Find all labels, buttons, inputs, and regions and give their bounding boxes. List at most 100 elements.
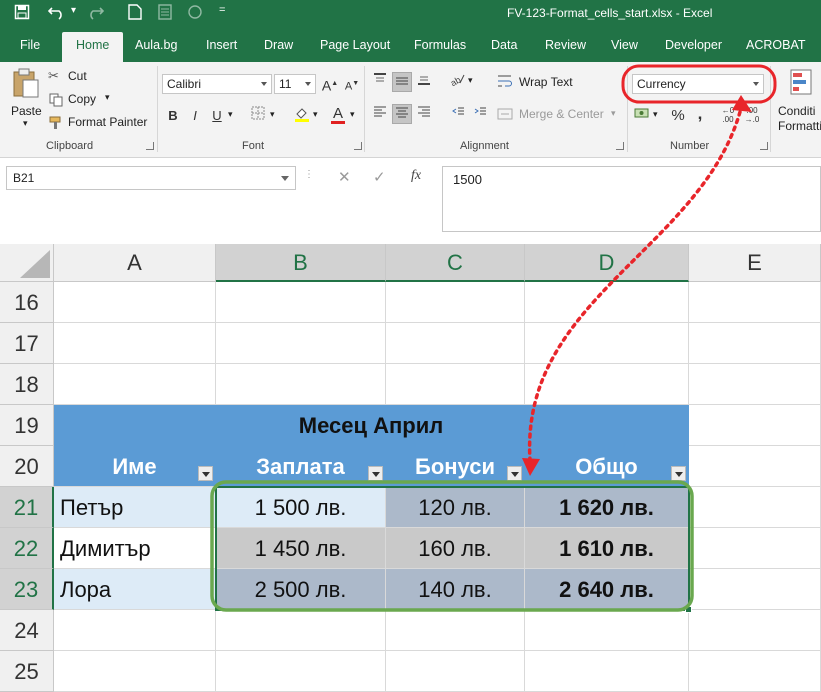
cell-c23[interactable]: 140 лв. bbox=[386, 569, 525, 610]
filter-dropdown-icon[interactable] bbox=[507, 466, 522, 481]
comma-style-button[interactable]: , bbox=[690, 104, 710, 124]
cell-a21[interactable]: Петър bbox=[54, 487, 216, 528]
save-icon[interactable] bbox=[14, 4, 30, 23]
percent-style-button[interactable]: % bbox=[668, 106, 688, 126]
merge-center-button[interactable]: Merge & Center ▾ bbox=[497, 104, 616, 124]
align-top-icon[interactable] bbox=[370, 72, 390, 92]
form-icon[interactable] bbox=[158, 4, 172, 23]
cell-e20[interactable] bbox=[689, 446, 821, 487]
enter-icon[interactable]: ✓ bbox=[373, 168, 386, 186]
cell-a24[interactable] bbox=[54, 610, 216, 651]
increase-indent-icon[interactable] bbox=[470, 104, 490, 124]
font-dialog-launcher-icon[interactable] bbox=[354, 142, 362, 150]
format-painter-button[interactable]: Format Painter bbox=[48, 114, 153, 132]
copy-button[interactable]: Copy ▾ bbox=[48, 91, 118, 109]
align-left-icon[interactable] bbox=[370, 104, 390, 124]
tab-developer[interactable]: Developer bbox=[665, 38, 722, 52]
insert-function-icon[interactable]: fx bbox=[411, 168, 421, 184]
row-header-19[interactable]: 19 bbox=[0, 405, 54, 446]
cell-a23[interactable]: Лора bbox=[54, 569, 216, 610]
tab-acrobat[interactable]: ACROBAT bbox=[746, 38, 806, 52]
row-header-21[interactable]: 21 bbox=[0, 487, 54, 528]
cell-b25[interactable] bbox=[216, 651, 386, 692]
cell-c25[interactable] bbox=[386, 651, 525, 692]
tab-data[interactable]: Data bbox=[491, 38, 517, 52]
cell-e25[interactable] bbox=[689, 651, 821, 692]
filter-dropdown-icon[interactable] bbox=[198, 466, 213, 481]
fill-color-dropdown-icon[interactable]: ▾ bbox=[313, 109, 318, 120]
filter-dropdown-icon[interactable] bbox=[671, 466, 686, 481]
cell-b24[interactable] bbox=[216, 610, 386, 651]
cell-b18[interactable] bbox=[216, 364, 386, 405]
cell-b16[interactable] bbox=[216, 282, 386, 323]
cell-c17[interactable] bbox=[386, 323, 525, 364]
customize-toolbar-icon[interactable]: = bbox=[219, 4, 225, 16]
tab-insert[interactable]: Insert bbox=[206, 38, 237, 52]
font-color-dropdown-icon[interactable]: ▾ bbox=[350, 109, 355, 120]
orientation-icon[interactable]: ab bbox=[448, 72, 468, 92]
decrease-font-size-icon[interactable]: A▼ bbox=[342, 74, 362, 94]
table-title-cell[interactable]: Месец Април bbox=[54, 405, 689, 446]
italic-button[interactable]: I bbox=[185, 106, 205, 126]
align-right-icon[interactable] bbox=[414, 104, 434, 124]
cell-e16[interactable] bbox=[689, 282, 821, 323]
cut-button[interactable]: ✂ Cut bbox=[48, 68, 108, 86]
cell-b23[interactable]: 2 500 лв. bbox=[216, 569, 386, 610]
decrease-indent-icon[interactable] bbox=[448, 104, 468, 124]
accounting-dropdown-icon[interactable]: ▾ bbox=[653, 109, 658, 120]
undo-dropdown-icon[interactable]: ▾ bbox=[71, 5, 76, 16]
cancel-icon[interactable]: ✕ bbox=[338, 168, 351, 186]
cell-b22[interactable]: 1 450 лв. bbox=[216, 528, 386, 569]
bold-button[interactable]: B bbox=[163, 106, 183, 126]
tab-home[interactable]: Home bbox=[62, 32, 124, 62]
paste-button[interactable]: Paste ▾ bbox=[8, 66, 44, 128]
cell-a18[interactable] bbox=[54, 364, 216, 405]
increase-font-size-icon[interactable]: A▲ bbox=[320, 74, 340, 94]
cell-d21[interactable]: 1 620 лв. bbox=[525, 487, 689, 528]
tab-file[interactable]: File bbox=[20, 38, 40, 52]
row-header-23[interactable]: 23 bbox=[0, 569, 54, 610]
cell-a17[interactable] bbox=[54, 323, 216, 364]
name-box[interactable]: B21 bbox=[6, 166, 296, 190]
fill-handle[interactable] bbox=[685, 606, 692, 613]
cell-a25[interactable] bbox=[54, 651, 216, 692]
fill-color-icon[interactable] bbox=[292, 106, 312, 126]
cell-d24[interactable] bbox=[525, 610, 689, 651]
column-header-a[interactable]: A bbox=[54, 244, 216, 282]
number-format-combo[interactable]: Currency bbox=[632, 74, 764, 94]
clipboard-dialog-launcher-icon[interactable] bbox=[146, 142, 154, 150]
cell-e21[interactable] bbox=[689, 487, 821, 528]
select-all-button[interactable] bbox=[0, 244, 54, 282]
cell-e23[interactable] bbox=[689, 569, 821, 610]
cell-c24[interactable] bbox=[386, 610, 525, 651]
cell-e18[interactable] bbox=[689, 364, 821, 405]
cell-d23[interactable]: 2 640 лв. bbox=[525, 569, 689, 610]
cell-d25[interactable] bbox=[525, 651, 689, 692]
redo-icon[interactable] bbox=[86, 4, 105, 23]
row-header-18[interactable]: 18 bbox=[0, 364, 54, 405]
column-header-c[interactable]: C bbox=[386, 244, 525, 282]
tab-aula[interactable]: Aula.bg bbox=[135, 38, 177, 52]
alignment-dialog-launcher-icon[interactable] bbox=[616, 142, 624, 150]
column-header-b[interactable]: B bbox=[216, 244, 386, 282]
number-dialog-launcher-icon[interactable] bbox=[760, 142, 768, 150]
cell-c16[interactable] bbox=[386, 282, 525, 323]
circle-icon[interactable] bbox=[187, 4, 203, 23]
align-middle-icon[interactable] bbox=[392, 72, 412, 92]
font-name-combo[interactable]: Calibri bbox=[162, 74, 272, 94]
header-cell-total[interactable]: Общо bbox=[525, 446, 689, 487]
cell-e24[interactable] bbox=[689, 610, 821, 651]
borders-icon[interactable] bbox=[248, 106, 268, 126]
underline-button[interactable]: U bbox=[207, 106, 227, 126]
cell-a22[interactable]: Димитър bbox=[54, 528, 216, 569]
accounting-format-icon[interactable] bbox=[632, 106, 652, 126]
header-cell-name[interactable]: Име bbox=[54, 446, 216, 487]
underline-dropdown-icon[interactable]: ▾ bbox=[228, 109, 233, 120]
row-header-16[interactable]: 16 bbox=[0, 282, 54, 323]
font-color-icon[interactable]: A bbox=[328, 104, 348, 124]
header-cell-bonus[interactable]: Бонуси bbox=[386, 446, 525, 487]
borders-dropdown-icon[interactable]: ▾ bbox=[270, 109, 275, 120]
column-header-e[interactable]: E bbox=[689, 244, 821, 282]
align-center-icon[interactable] bbox=[392, 104, 412, 124]
cell-c18[interactable] bbox=[386, 364, 525, 405]
